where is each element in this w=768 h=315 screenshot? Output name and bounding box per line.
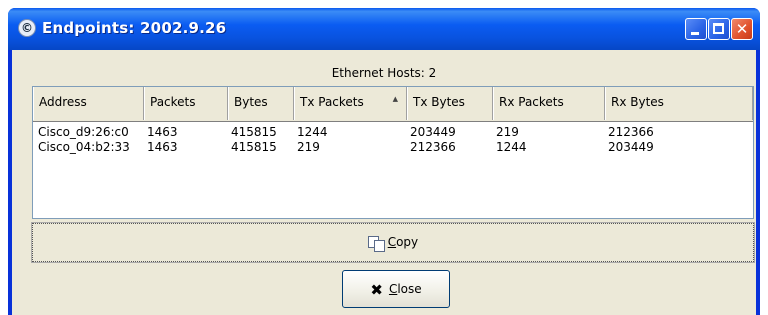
ethernet-hosts-caption: Ethernet Hosts: 2 <box>331 66 437 80</box>
cell-tx-bytes: 212366 <box>410 140 456 154</box>
column-header-address[interactable]: Address <box>33 87 144 120</box>
cell-address: Cisco_04:b2:33 <box>38 140 130 154</box>
column-header-tx-packets-label: Tx Packets <box>300 95 364 109</box>
cell-tx-packets: 219 <box>297 140 320 154</box>
close-button[interactable]: ✖ Close <box>342 270 450 308</box>
sort-ascending-icon: ▲ <box>392 95 398 103</box>
close-window-button[interactable]: ✕ <box>731 18 753 40</box>
maximize-button[interactable] <box>708 18 730 40</box>
title-bar[interactable]: © Endpoints: 2002.9.26 ✕ <box>8 8 760 50</box>
table-row[interactable]: Cisco_d9:26:c0 1463 415815 1244 203449 2… <box>33 125 753 140</box>
cell-rx-bytes: 203449 <box>608 140 654 154</box>
cell-tx-packets: 1244 <box>297 125 328 139</box>
cell-bytes: 415815 <box>231 140 277 154</box>
app-icon[interactable]: © <box>18 19 36 37</box>
copy-button-content: Copy <box>33 224 753 261</box>
cell-tx-bytes: 203449 <box>410 125 456 139</box>
copy-icon <box>367 235 385 252</box>
column-header-rx-bytes[interactable]: Rx Bytes <box>605 87 753 120</box>
table-row[interactable]: Cisco_04:b2:33 1463 415815 219 212366 12… <box>33 140 753 155</box>
cell-packets: 1463 <box>147 140 178 154</box>
maximize-icon <box>713 23 724 34</box>
minimize-button[interactable] <box>685 18 707 40</box>
column-header-bytes[interactable]: Bytes <box>228 87 294 120</box>
copy-accelerator: C <box>387 235 397 249</box>
column-header-packets[interactable]: Packets <box>144 87 228 120</box>
close-label: lose <box>397 282 422 296</box>
dialog-body: Ethernet Hosts: 2 Address Packets Bytes … <box>12 50 756 315</box>
cell-address: Cisco_d9:26:c0 <box>38 125 129 139</box>
column-header-rx-packets[interactable]: Rx Packets <box>493 87 605 120</box>
table-header: Address Packets Bytes Tx Packets ▲ Tx By… <box>33 87 753 122</box>
cell-bytes: 415815 <box>231 125 277 139</box>
cell-packets: 1463 <box>147 125 178 139</box>
window-title: Endpoints: 2002.9.26 <box>42 19 227 37</box>
minimize-icon <box>691 32 699 35</box>
endpoints-table[interactable]: Address Packets Bytes Tx Packets ▲ Tx By… <box>32 86 754 219</box>
endpoints-window: © Endpoints: 2002.9.26 ✕ Ethernet Hosts:… <box>8 8 760 315</box>
copy-button[interactable]: Copy <box>31 222 755 263</box>
cell-rx-packets: 219 <box>496 125 519 139</box>
column-header-tx-packets[interactable]: Tx Packets ▲ <box>294 87 407 120</box>
copy-label: opy <box>396 235 419 249</box>
cell-rx-bytes: 212366 <box>608 125 654 139</box>
column-header-tx-bytes[interactable]: Tx Bytes <box>407 87 493 120</box>
cell-rx-packets: 1244 <box>496 140 527 154</box>
close-icon: ✕ <box>735 20 749 38</box>
close-x-icon: ✖ <box>370 280 383 299</box>
